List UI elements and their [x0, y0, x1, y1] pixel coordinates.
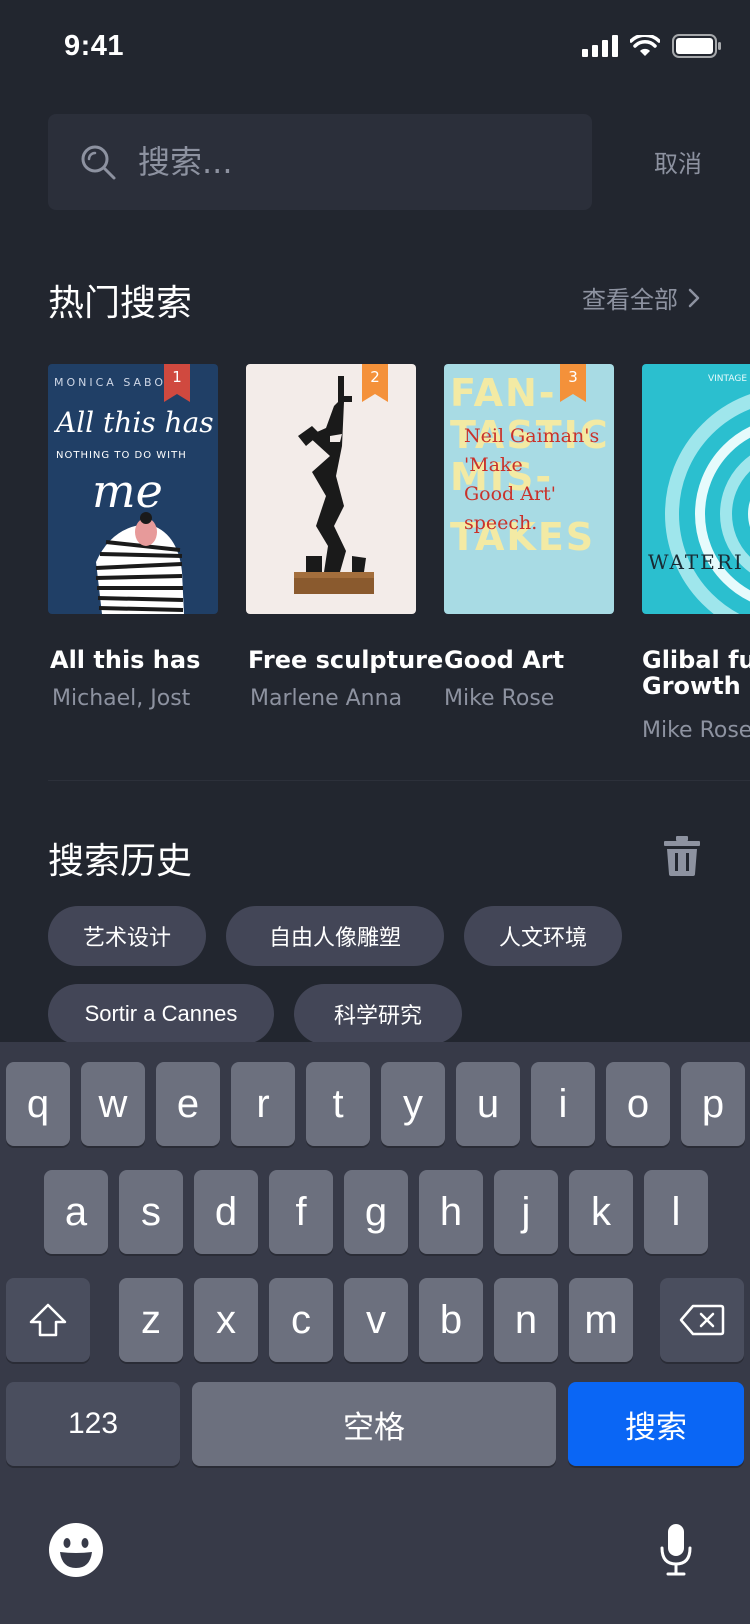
book-card[interactable]: FAN- TASTIC MIS- TAKES Neil Gaiman's 'Ma… — [444, 364, 614, 711]
cover-quote-line: 'Make — [464, 454, 523, 476]
book-author: Michael, Jost — [52, 686, 191, 711]
key-l[interactable]: l — [644, 1170, 708, 1254]
book-cover: VINTAGE WATERI — [642, 364, 750, 614]
history-chip[interactable]: 自由人像雕塑 — [226, 906, 444, 966]
shift-icon — [29, 1303, 67, 1337]
cover-quote-line: Neil Gaiman's — [464, 425, 600, 447]
cover-sculpture-illustration — [294, 376, 374, 594]
book-card[interactable]: VINTAGE WATERI Glibal fu Growth Mike Ros… — [642, 364, 750, 743]
backspace-key[interactable] — [660, 1278, 744, 1362]
key-n[interactable]: n — [494, 1278, 558, 1362]
key-z[interactable]: z — [119, 1278, 183, 1362]
search-icon — [81, 145, 116, 180]
cancel-button[interactable]: 取消 — [654, 144, 702, 179]
numbers-key[interactable]: 123 — [6, 1382, 180, 1466]
history-chip[interactable]: 艺术设计 — [48, 906, 206, 966]
key-i[interactable]: i — [531, 1062, 595, 1146]
key-f[interactable]: f — [269, 1170, 333, 1254]
key-d[interactable]: d — [194, 1170, 258, 1254]
key-p[interactable]: p — [681, 1062, 745, 1146]
book-card[interactable]: MONICA SABOLO All this has NOTHING TO DO… — [48, 364, 218, 711]
book-card[interactable]: 2 Free sculpture Marlene Anna — [246, 364, 443, 711]
wifi-icon — [630, 35, 660, 56]
key-e[interactable]: e — [156, 1062, 220, 1146]
key-j[interactable]: j — [494, 1170, 558, 1254]
key-w[interactable]: w — [81, 1062, 145, 1146]
book-title-line2: Growth — [642, 672, 741, 700]
cover-illustration — [95, 512, 184, 614]
key-c[interactable]: c — [269, 1278, 333, 1362]
signal-icon — [582, 35, 618, 57]
cover-big-text: me — [92, 464, 163, 518]
emoji-icon[interactable] — [48, 1522, 104, 1578]
battery-icon — [672, 34, 721, 58]
hot-books-list: MONICA SABOLO All this has NOTHING TO DO… — [48, 364, 750, 764]
history-chip[interactable]: 科学研究 — [294, 984, 462, 1044]
search-key[interactable]: 搜索 — [568, 1382, 744, 1466]
book-title: Glibal fu — [642, 646, 750, 674]
key-x[interactable]: x — [194, 1278, 258, 1362]
status-bar: 9:41 — [0, 0, 750, 96]
microphone-icon[interactable] — [660, 1524, 692, 1576]
key-h[interactable]: h — [419, 1170, 483, 1254]
cover-quote-block: Neil Gaiman's 'Make Good Art' speech. — [464, 422, 599, 538]
key-y[interactable]: y — [381, 1062, 445, 1146]
rank-number: 1 — [172, 368, 182, 386]
rank-number: 3 — [568, 368, 578, 386]
status-time: 9:41 — [64, 30, 125, 62]
key-g[interactable]: g — [344, 1170, 408, 1254]
search-input[interactable] — [138, 143, 558, 181]
book-cover: MONICA SABOLO All this has NOTHING TO DO… — [48, 364, 218, 614]
key-o[interactable]: o — [606, 1062, 670, 1146]
cover-water-illustration — [665, 394, 750, 614]
cover-quote-line: Good Art' — [464, 483, 556, 505]
key-u[interactable]: u — [456, 1062, 520, 1146]
key-q[interactable]: q — [6, 1062, 70, 1146]
view-all-button[interactable]: 查看全部 — [582, 280, 700, 315]
key-b[interactable]: b — [419, 1278, 483, 1362]
history-chip[interactable]: 人文环境 — [464, 906, 622, 966]
key-k[interactable]: k — [569, 1170, 633, 1254]
history-chip[interactable]: Sortir a Cannes — [48, 984, 274, 1044]
cover-publisher-text: VINTAGE — [708, 374, 748, 384]
view-all-label: 查看全部 — [582, 286, 678, 314]
book-author: Mike Rose — [444, 686, 555, 711]
hot-search-title: 热门搜索 — [48, 283, 193, 324]
book-cover: 2 — [246, 364, 416, 614]
cover-title-text: All this has — [56, 406, 214, 439]
key-s[interactable]: s — [119, 1170, 183, 1254]
book-author: Mike Rose — [642, 718, 750, 743]
key-r[interactable]: r — [231, 1062, 295, 1146]
cover-subtitle-text: NOTHING TO DO WITH — [56, 450, 187, 461]
book-author: Marlene Anna — [250, 686, 403, 711]
rank-number: 2 — [370, 368, 380, 386]
search-box[interactable] — [48, 114, 592, 210]
key-v[interactable]: v — [344, 1278, 408, 1362]
keyboard: q w e r t y u i o p a s d f g h j k l z … — [0, 1042, 750, 1624]
chevron-right-icon — [688, 288, 700, 307]
backspace-icon — [679, 1304, 725, 1336]
search-history-title: 搜索历史 — [48, 841, 193, 882]
key-m[interactable]: m — [569, 1278, 633, 1362]
key-t[interactable]: t — [306, 1062, 370, 1146]
section-divider — [48, 780, 750, 781]
trash-icon[interactable] — [664, 836, 700, 876]
key-a[interactable]: a — [44, 1170, 108, 1254]
space-key[interactable]: 空格 — [192, 1382, 556, 1466]
shift-key[interactable] — [6, 1278, 90, 1362]
cover-quote-line: speech. — [464, 512, 538, 534]
status-icons — [582, 34, 722, 58]
cover-title-text: WATERI — [648, 550, 744, 574]
book-cover: FAN- TASTIC MIS- TAKES Neil Gaiman's 'Ma… — [444, 364, 614, 614]
